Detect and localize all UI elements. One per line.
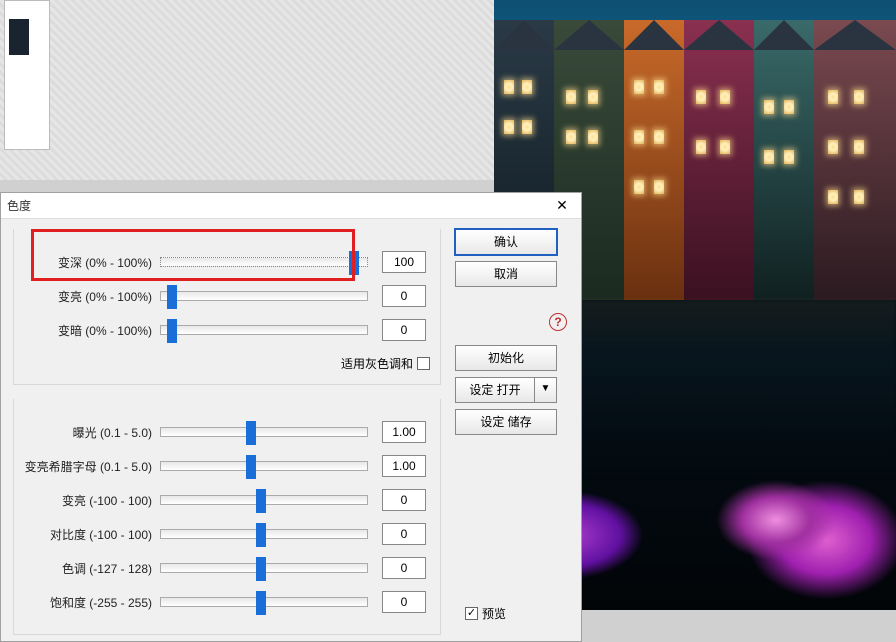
cancel-label: 取消 xyxy=(494,267,518,281)
slider-row-saturation: 饱和度 (-255 - 255) 0 xyxy=(14,585,440,619)
dialog-titlebar[interactable]: 色度 ✕ xyxy=(1,193,581,219)
dim-value-input[interactable]: 0 xyxy=(382,319,426,341)
dialog-title: 色度 xyxy=(7,199,31,213)
percent-sliders-group: 变深 (0% - 100%) 100 变亮 (0% - 100%) 0 变暗 (… xyxy=(13,229,441,385)
preview-checkbox[interactable] xyxy=(465,607,478,620)
slider-thumb[interactable] xyxy=(256,557,266,581)
settings-open-button[interactable]: 设定 打开 ▼ xyxy=(455,377,557,403)
slider-thumb[interactable] xyxy=(256,591,266,615)
slider-thumb[interactable] xyxy=(256,523,266,547)
help-icon[interactable]: ? xyxy=(549,313,567,331)
grayscale-checkbox[interactable] xyxy=(417,357,430,370)
settings-save-button[interactable]: 设定 储存 xyxy=(455,409,557,435)
exposure-slider[interactable] xyxy=(160,427,368,437)
slider-row-gamma: 变亮希腊字母 (0.1 - 5.0) 1.00 xyxy=(14,449,440,483)
ok-button[interactable]: 确认 xyxy=(455,229,557,255)
cancel-button[interactable]: 取消 xyxy=(455,261,557,287)
slider-row-darken: 变深 (0% - 100%) 100 xyxy=(14,245,440,279)
slider-row-hue: 色调 (-127 - 128) 0 xyxy=(14,551,440,585)
slider-label: 变亮希腊字母 (0.1 - 5.0) xyxy=(14,458,160,475)
brightness-slider[interactable] xyxy=(160,495,368,505)
slider-thumb[interactable] xyxy=(256,489,266,513)
slider-label: 曝光 (0.1 - 5.0) xyxy=(14,424,160,441)
close-button[interactable]: ✕ xyxy=(547,195,577,217)
gamma-value-input[interactable]: 1.00 xyxy=(382,455,426,477)
slider-row-dim: 变暗 (0% - 100%) 0 xyxy=(14,313,440,347)
slider-thumb[interactable] xyxy=(246,421,256,445)
dialog-button-column: 确认 取消 xyxy=(455,229,573,293)
contrast-slider[interactable] xyxy=(160,529,368,539)
thumbnail-image xyxy=(9,19,29,55)
bg-building xyxy=(754,20,814,300)
preview-checkbox-row: 预览 xyxy=(461,605,506,622)
dim-slider[interactable] xyxy=(160,325,368,335)
slider-row-contrast: 对比度 (-100 - 100) 0 xyxy=(14,517,440,551)
bg-building xyxy=(624,20,684,300)
ok-label: 确认 xyxy=(494,235,518,249)
settings-save-label: 设定 储存 xyxy=(480,415,531,429)
bg-building xyxy=(684,20,754,300)
init-label: 初始化 xyxy=(488,351,524,365)
brightness-value-input[interactable]: 0 xyxy=(382,489,426,511)
saturation-slider[interactable] xyxy=(160,597,368,607)
slider-label: 变亮 (-100 - 100) xyxy=(14,492,160,509)
chevron-down-icon[interactable]: ▼ xyxy=(535,377,557,403)
value-sliders-group: 曝光 (0.1 - 5.0) 1.00 变亮希腊字母 (0.1 - 5.0) 1… xyxy=(13,399,441,635)
hue-slider[interactable] xyxy=(160,563,368,573)
grayscale-label: 适用灰色调和 xyxy=(341,355,413,372)
contrast-value-input[interactable]: 0 xyxy=(382,523,426,545)
help-glyph: ? xyxy=(554,315,561,329)
slider-label: 变亮 (0% - 100%) xyxy=(14,288,160,305)
slider-thumb[interactable] xyxy=(246,455,256,479)
slider-label: 变暗 (0% - 100%) xyxy=(14,322,160,339)
init-button[interactable]: 初始化 xyxy=(455,345,557,371)
darken-slider[interactable] xyxy=(160,257,368,267)
saturation-value-input[interactable]: 0 xyxy=(382,591,426,613)
slider-thumb[interactable] xyxy=(167,319,177,343)
slider-label: 色调 (-127 - 128) xyxy=(14,560,160,577)
bg-building xyxy=(814,20,896,300)
close-icon: ✕ xyxy=(556,197,568,213)
lighten-slider[interactable] xyxy=(160,291,368,301)
preview-label: 预览 xyxy=(482,605,506,622)
chroma-dialog: 色度 ✕ 变深 (0% - 100%) 100 变亮 (0% - 100%) 0… xyxy=(0,192,582,642)
darken-value-input[interactable]: 100 xyxy=(382,251,426,273)
settings-open-label: 设定 打开 xyxy=(455,377,535,403)
slider-label: 变深 (0% - 100%) xyxy=(14,254,160,271)
exposure-value-input[interactable]: 1.00 xyxy=(382,421,426,443)
slider-label: 饱和度 (-255 - 255) xyxy=(14,594,160,611)
slider-row-brightness: 变亮 (-100 - 100) 0 xyxy=(14,483,440,517)
dialog-button-column-2: 初始化 设定 打开 ▼ 设定 储存 xyxy=(455,345,573,441)
slider-thumb[interactable] xyxy=(349,251,359,275)
lighten-value-input[interactable]: 0 xyxy=(382,285,426,307)
gamma-slider[interactable] xyxy=(160,461,368,471)
slider-row-exposure: 曝光 (0.1 - 5.0) 1.00 xyxy=(14,415,440,449)
thumbnail-panel xyxy=(4,0,50,150)
slider-label: 对比度 (-100 - 100) xyxy=(14,526,160,543)
slider-thumb[interactable] xyxy=(167,285,177,309)
hue-value-input[interactable]: 0 xyxy=(382,557,426,579)
slider-row-lighten: 变亮 (0% - 100%) 0 xyxy=(14,279,440,313)
grayscale-row: 适用灰色调和 xyxy=(14,349,440,377)
